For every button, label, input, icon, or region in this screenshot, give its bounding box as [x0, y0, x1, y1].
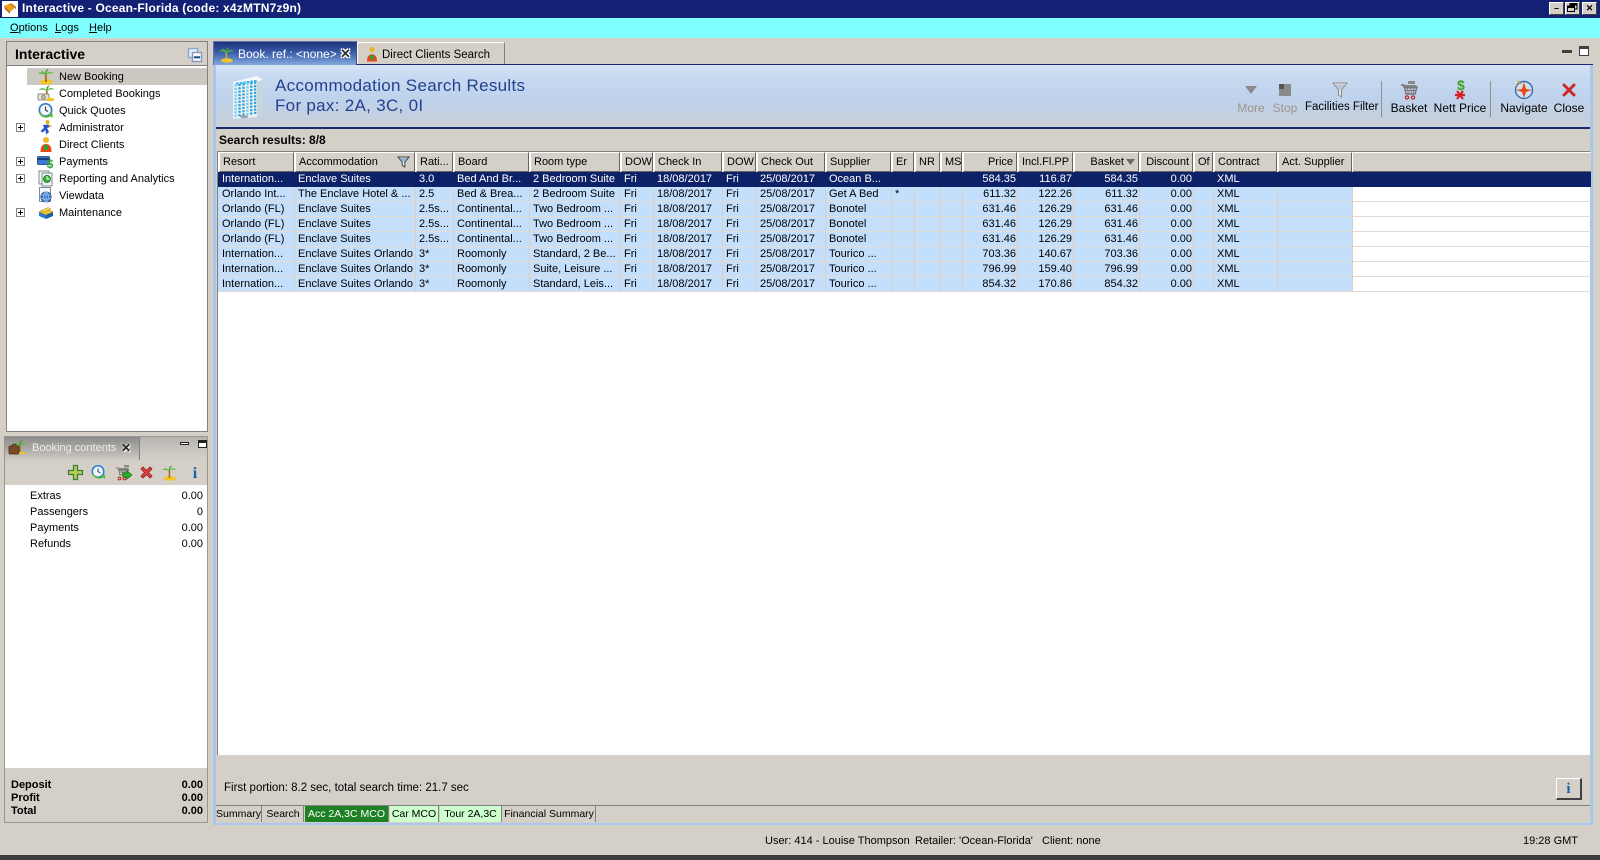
svg-text:i: i: [193, 465, 198, 481]
svg-text:$: $: [1457, 77, 1465, 93]
svg-text:$: $: [47, 157, 54, 170]
